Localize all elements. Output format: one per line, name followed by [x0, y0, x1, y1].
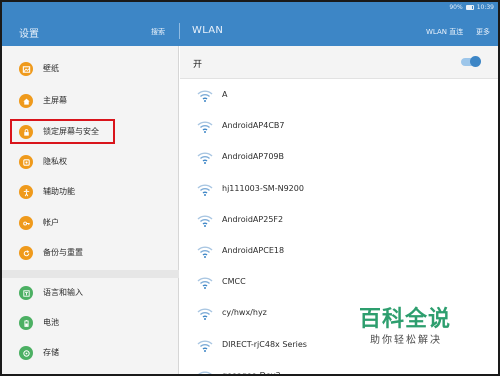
wlan-switch-row[interactable]: 开 [180, 46, 498, 79]
wifi-network-name: CMCC [222, 277, 246, 287]
wifi-network-item[interactable]: A [180, 81, 498, 111]
watermark-title: 百科全说 [359, 307, 452, 332]
wlan-direct-button[interactable]: WLAN 直连 [426, 27, 463, 37]
more-button[interactable]: 更多 [476, 27, 490, 37]
sidebar-item-label: 壁纸 [43, 64, 59, 73]
wifi-network-name: AndroidAP25F2 [222, 214, 284, 224]
clock: 10:39 [476, 4, 494, 11]
sidebar-item-label: 帐户 [43, 218, 59, 227]
sidebar-item-language-input[interactable]: 语言和输入 [2, 278, 179, 308]
sidebar-item-privacy[interactable]: 隐私权 [2, 147, 179, 177]
battery-percent: 90% [449, 4, 463, 11]
wifi-signal-icon [197, 184, 213, 196]
wifi-network-name: AndroidAPCE18 [222, 246, 285, 255]
wifi-signal-icon [197, 246, 213, 258]
sidebar-item-backup-reset[interactable]: 备份与重置 [2, 238, 179, 268]
sidebar-item-label: 主屏幕 [43, 96, 67, 105]
wifi-signal-icon [197, 215, 213, 227]
sidebar-item-label: 语言和输入 [43, 288, 83, 297]
home-icon [19, 94, 33, 108]
wifi-network-name: A [222, 90, 228, 99]
wifi-network-item[interactable]: hj111003-SM-N9200 [180, 175, 498, 205]
wifi-network-name: AndroidAP4CB7 [222, 121, 285, 131]
wifi-network-name: cy/hwx/hyz [222, 308, 267, 318]
wlan-switch-label: 开 [193, 60, 203, 70]
sidebar-item-storage[interactable]: 存储 [2, 338, 179, 368]
wifi-network-name: DIRECT-rjC48x Series [222, 339, 307, 349]
wifi-network-item[interactable]: AndroidAP4CB7 [180, 112, 498, 142]
sidebar-item-home-screen[interactable]: 主屏幕 [2, 86, 179, 116]
sidebar-item-battery[interactable]: 电池 [2, 308, 179, 338]
search-button[interactable]: 搜索 [151, 27, 165, 37]
watermark: 百科全说 助你轻松解决 [349, 298, 467, 356]
wifi-signal-icon [197, 340, 213, 352]
sidebar-item-accounts[interactable]: 帐户 [2, 208, 179, 238]
sidebar-section-divider [2, 270, 179, 278]
wifi-signal-icon [197, 371, 213, 374]
wlan-toggle[interactable] [461, 56, 481, 67]
sidebar-item-label: 隐私权 [43, 157, 67, 166]
key-icon [19, 216, 33, 230]
battery-icon [465, 5, 474, 10]
wifi-signal-icon [197, 308, 213, 321]
wifi-signal-icon [197, 121, 213, 134]
battery-icon [19, 316, 33, 330]
storage-icon [19, 346, 33, 360]
sidebar-item-wallpaper[interactable]: 壁纸 [2, 54, 179, 84]
sidebar-item-label: 电池 [43, 318, 59, 327]
wifi-network-name: AndroidAP709B [222, 152, 284, 162]
wifi-network-item[interactable]: AndroidAPCE18 [180, 237, 498, 267]
privacy-icon [19, 155, 33, 169]
status-bar: 90% 10:39 [2, 2, 498, 15]
settings-title: 设置 [19, 29, 39, 40]
settings-sidebar: 壁纸 主屏幕 锁定屏幕与安全 隐私权 辅助功能 帐户 备份与重置 语言和输入 电… [2, 46, 179, 374]
wifi-network-name: gooagoo-Dev3 [222, 370, 281, 376]
wifi-network-item[interactable]: gooagoo-Dev3 [180, 362, 498, 376]
accessibility-icon [19, 185, 33, 199]
watermark-subtitle: 助你轻松解决 [370, 335, 442, 346]
wifi-signal-icon [197, 152, 213, 165]
sidebar-item-label: 备份与重置 [43, 248, 83, 257]
wifi-signal-icon [197, 90, 213, 102]
sidebar-item-label: 存储 [43, 348, 59, 357]
wifi-signal-icon [197, 277, 213, 290]
wallpaper-icon [19, 62, 33, 76]
wifi-network-item[interactable]: AndroidAP709B [180, 143, 498, 173]
wlan-title: WLAN [192, 25, 224, 36]
wifi-network-item[interactable]: AndroidAP25F2 [180, 206, 498, 236]
highlight-box [10, 119, 115, 144]
language-icon [19, 286, 33, 300]
action-bar: 设置 搜索 WLAN WLAN 直连 更多 [2, 15, 498, 46]
toggle-knob [470, 56, 481, 67]
wifi-network-item[interactable]: CMCC [180, 268, 498, 298]
wifi-network-name: hj111003-SM-N9200 [222, 183, 304, 193]
screen-frame: 90% 10:39 设置 搜索 WLAN WLAN 直连 更多 壁纸 主屏幕 锁… [0, 0, 500, 376]
sidebar-item-accessibility[interactable]: 辅助功能 [2, 177, 179, 207]
backup-icon [19, 246, 33, 260]
sidebar-item-label: 辅助功能 [43, 187, 75, 196]
action-bar-divider [179, 23, 180, 39]
